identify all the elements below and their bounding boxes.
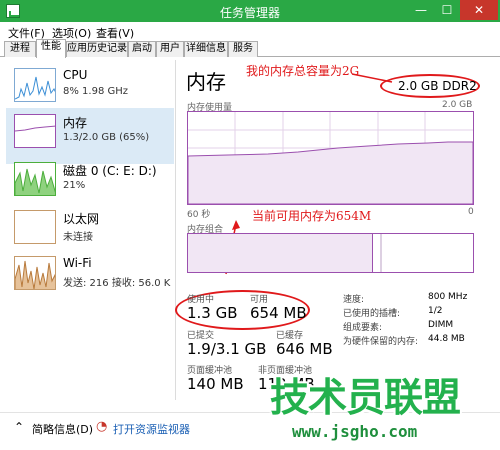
slots-value: 1/2 — [428, 306, 443, 316]
hardware-reserved-value: 44.8 MB — [428, 334, 465, 344]
committed-value: 1.9/3.1 GB — [187, 340, 267, 358]
cached-value: 646 MB — [276, 340, 333, 358]
memory-composition-bar — [187, 233, 474, 273]
open-resource-monitor-link[interactable]: 打开资源监视器 — [113, 421, 190, 437]
resource-monitor-icon: ◔ — [96, 419, 108, 434]
composition-divider — [380, 234, 382, 272]
hardware-reserved-label: 为硬件保留的内存: — [343, 337, 419, 347]
watermark-logo: 技术员联盟 www.jsgho.com — [270, 376, 500, 450]
speed-value: 800 MHz — [428, 292, 468, 302]
watermark-text: 技术员联盟 — [270, 376, 461, 421]
watermark-url: www.jsgho.com — [292, 422, 418, 441]
form-factor-label: 组成要素: — [343, 323, 383, 333]
speed-label: 速度: — [343, 295, 365, 305]
paged-pool-value: 140 MB — [187, 375, 244, 393]
slots-label: 已使用的插槽: — [343, 309, 401, 319]
form-factor-value: DIMM — [428, 320, 454, 330]
available-value: 654 MB — [250, 304, 307, 322]
composition-in-use — [188, 234, 374, 272]
fewer-details-link[interactable]: 简略信息(D) — [32, 421, 93, 437]
chevron-up-icon[interactable]: ⌃ — [14, 420, 24, 434]
in-use-value: 1.3 GB — [187, 304, 238, 322]
